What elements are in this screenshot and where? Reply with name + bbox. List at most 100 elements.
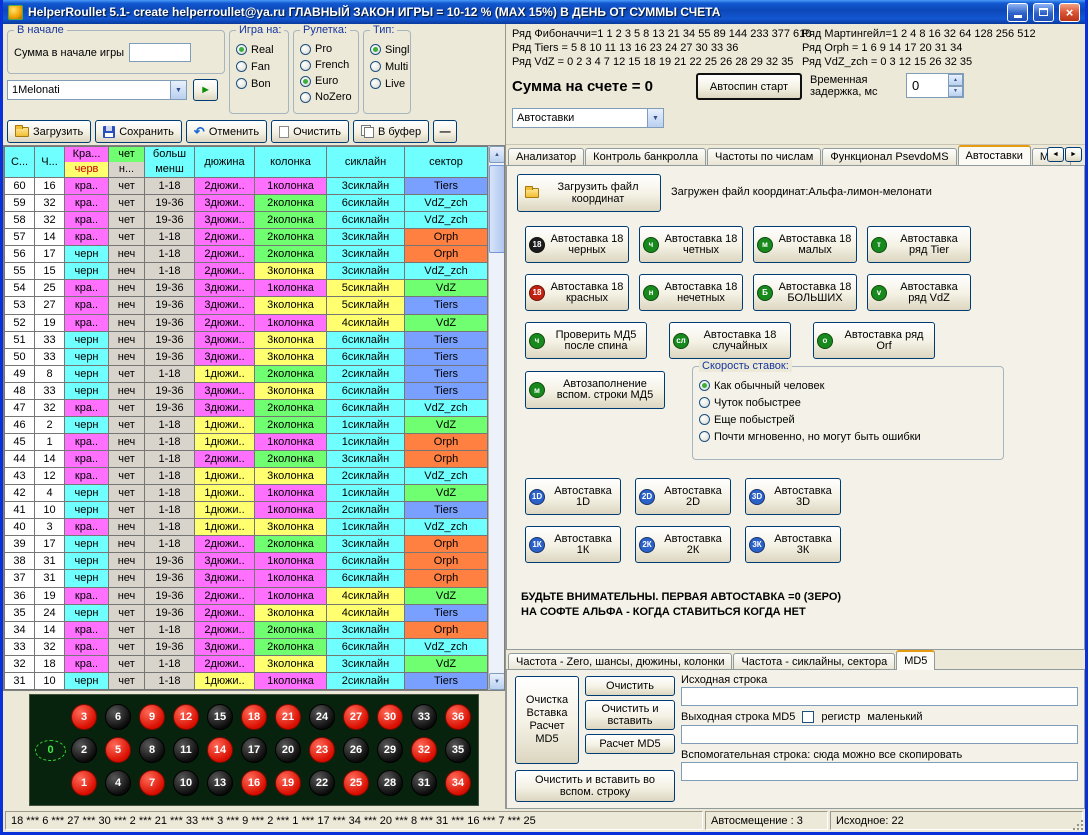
board-number[interactable]: 4 — [105, 770, 131, 796]
board-number[interactable]: 13 — [207, 770, 233, 796]
collapse-button[interactable]: — — [433, 120, 457, 143]
autobet-button[interactable]: vАвтоставка ряд VdZ — [867, 274, 971, 311]
autospin-start-button[interactable]: Автоспин старт — [696, 73, 802, 100]
autobet-button[interactable]: 2DАвтоставка 2D — [635, 478, 731, 515]
autobet-button[interactable]: тАвтоставка ряд Tier — [867, 226, 971, 263]
table-row[interactable]: 4833черннеч19-363дюжи..3колонка6сиклайнT… — [5, 382, 488, 399]
apply-preset-button[interactable]: ► — [193, 79, 218, 101]
board-number[interactable]: 31 — [411, 770, 437, 796]
board-number[interactable]: 1 — [71, 770, 97, 796]
tab-bankroll[interactable]: Контроль банкролла — [585, 148, 706, 165]
board-number[interactable]: 6 — [105, 704, 131, 730]
board-number[interactable]: 19 — [275, 770, 301, 796]
table-row[interactable]: 5932кра..чет19-363дюжи..2колонка6сиклайн… — [5, 195, 488, 212]
undo-button[interactable]: ↶Отменить — [186, 120, 267, 143]
table-row[interactable]: 3110чернчет1-181дюжи..1колонка2сиклайнTi… — [5, 672, 488, 689]
autobet-button[interactable]: чПроверить МД5 после спина — [525, 322, 647, 359]
table-row[interactable]: 3218кра..чет1-182дюжи..3колонка3сиклайнV… — [5, 655, 488, 672]
radio-speed-instant[interactable]: Почти мгновенно, но могут быть ошибки — [699, 428, 1000, 445]
radio-live[interactable]: Live — [370, 75, 407, 92]
board-number[interactable]: 26 — [343, 737, 369, 763]
board-number[interactable]: 8 — [139, 737, 165, 763]
load-button[interactable]: Загрузить — [7, 120, 91, 143]
md5-stack-button[interactable]: Очистка Вставка Расчет MD5 — [515, 676, 579, 764]
table-row[interactable]: 4110чернчет1-181дюжи..1колонка2сиклайнTi… — [5, 502, 488, 519]
chevron-down-icon[interactable]: ▼ — [170, 81, 186, 99]
table-row[interactable]: 462чернчет1-181дюжи..2колонка1сиклайнVdZ — [5, 416, 488, 433]
table-row[interactable]: 5617черннеч1-182дюжи..2колонка3сиклайнOr… — [5, 246, 488, 263]
board-number[interactable]: 23 — [309, 737, 335, 763]
board-number[interactable]: 24 — [309, 704, 335, 730]
spinner-up-icon[interactable]: ▲ — [948, 74, 963, 86]
autobet-button[interactable]: оАвтоставка ряд Orf — [813, 322, 935, 359]
tab-autostavki[interactable]: Автоставки — [958, 145, 1031, 165]
table-row[interactable]: 4312кра..чет1-181дюжи..3колонка2сиклайнV… — [5, 468, 488, 485]
board-number[interactable]: 35 — [445, 737, 471, 763]
delay-spinner[interactable]: 0 ▲ ▼ — [906, 73, 964, 98]
chevron-down-icon[interactable]: ▼ — [647, 109, 663, 127]
radio-nozero[interactable]: NoZero — [300, 89, 355, 105]
start-sum-input[interactable] — [129, 43, 191, 62]
radio-bon[interactable]: Bon — [236, 75, 285, 92]
radio-real[interactable]: Real — [236, 41, 285, 58]
table-row[interactable]: 5832кра..чет19-363дюжи..2колонка6сиклайн… — [5, 212, 488, 229]
tab-md5-bottom[interactable]: MD5 — [896, 650, 935, 670]
board-number[interactable]: 3 — [71, 704, 97, 730]
radio-french[interactable]: French — [300, 57, 355, 73]
table-row[interactable]: 5515черннеч1-182дюжи..3колонка3сиклайнVd… — [5, 263, 488, 280]
md5-output-input[interactable] — [681, 725, 1078, 744]
table-row[interactable]: 3414кра..чет1-182дюжи..2колонка3сиклайнO… — [5, 621, 488, 638]
minimize-button[interactable] — [1007, 3, 1028, 22]
table-row[interactable]: 4732кра..чет19-363дюжи..2колонка6сиклайн… — [5, 399, 488, 416]
copy-to-buffer-button[interactable]: В буфер — [353, 120, 429, 143]
table-row[interactable]: 3619кра..неч19-362дюжи..1колонка4сиклайн… — [5, 587, 488, 604]
board-number[interactable]: 5 — [105, 737, 131, 763]
table-row[interactable]: 5327кра..неч19-363дюжи..3колонка5сиклайн… — [5, 297, 488, 314]
autobet-button[interactable]: 18Автоставка 18 черных — [525, 226, 629, 263]
resize-grip[interactable] — [1071, 818, 1084, 831]
close-button[interactable]: × — [1059, 3, 1080, 22]
tab-frequencies[interactable]: Частоты по числам — [707, 148, 821, 165]
board-number[interactable]: 17 — [241, 737, 267, 763]
spinner-down-icon[interactable]: ▼ — [948, 86, 963, 98]
table-row[interactable]: 5425кра..неч19-363дюжи..1колонка5сиклайн… — [5, 280, 488, 297]
scroll-down-icon[interactable]: ▼ — [489, 673, 505, 690]
radio-fan[interactable]: Fan — [236, 58, 285, 75]
table-row[interactable]: 403кра..неч1-181дюжи..3колонка1сиклайнVd… — [5, 519, 488, 536]
radio-singl[interactable]: Singl — [370, 41, 407, 58]
autobet-button[interactable]: 3DАвтоставка 3D — [745, 478, 841, 515]
table-row[interactable]: 6016кра..чет1-182дюжи..1колонка3сиклайнT… — [5, 178, 488, 195]
table-row[interactable]: 451кра..неч1-181дюжи..1колонка1сиклайнOr… — [5, 433, 488, 450]
board-number[interactable]: 33 — [411, 704, 437, 730]
table-row[interactable]: 5219кра..неч19-362дюжи..1колонка4сиклайн… — [5, 314, 488, 331]
tab-analyzer[interactable]: Анализатор — [508, 148, 584, 165]
table-row[interactable]: 3332кра..чет19-363дюжи..2колонка6сиклайн… — [5, 638, 488, 655]
board-number[interactable]: 15 — [207, 704, 233, 730]
board-number[interactable]: 27 — [343, 704, 369, 730]
board-number[interactable]: 34 — [445, 770, 471, 796]
board-number[interactable]: 16 — [241, 770, 267, 796]
radio-euro[interactable]: Euro — [300, 73, 355, 89]
register-checkbox[interactable] — [802, 711, 814, 723]
table-row[interactable]: 4414кра..чет1-182дюжи..2колонка3сиклайнO… — [5, 451, 488, 468]
table-row[interactable]: 5033черннеч19-363дюжи..3колонка6сиклайнT… — [5, 348, 488, 365]
md5-helper-input[interactable] — [681, 762, 1078, 781]
board-number[interactable]: 32 — [411, 737, 437, 763]
table-row[interactable]: 5133черннеч19-363дюжи..3колонка6сиклайнT… — [5, 331, 488, 348]
autobet-button[interactable]: БАвтоставка 18 БОЛЬШИХ — [753, 274, 857, 311]
table-row[interactable]: 3831черннеч19-363дюжи..1колонка6сиклайнO… — [5, 553, 488, 570]
board-number[interactable]: 22 — [309, 770, 335, 796]
autobet-button[interactable]: 18Автоставка 18 красных — [525, 274, 629, 311]
table-row[interactable]: 3524чернчет19-362дюжи..3колонка4сиклайнT… — [5, 604, 488, 621]
scrollbar-thumb[interactable] — [489, 165, 505, 253]
board-number[interactable]: 18 — [241, 704, 267, 730]
board-number[interactable]: 20 — [275, 737, 301, 763]
board-number[interactable]: 7 — [139, 770, 165, 796]
preset-combobox[interactable]: 1Melonati ▼ — [7, 80, 187, 100]
table-row[interactable]: 3917черннеч1-182дюжи..2колонка3сиклайнOr… — [5, 536, 488, 553]
clear-button[interactable]: Очистить — [271, 120, 349, 143]
table-scrollbar[interactable]: ▲ ▼ — [488, 146, 504, 690]
board-number[interactable]: 11 — [173, 737, 199, 763]
radio-speed-normal[interactable]: Как обычный человек — [699, 377, 1000, 394]
radio-multi[interactable]: Multi — [370, 58, 407, 75]
